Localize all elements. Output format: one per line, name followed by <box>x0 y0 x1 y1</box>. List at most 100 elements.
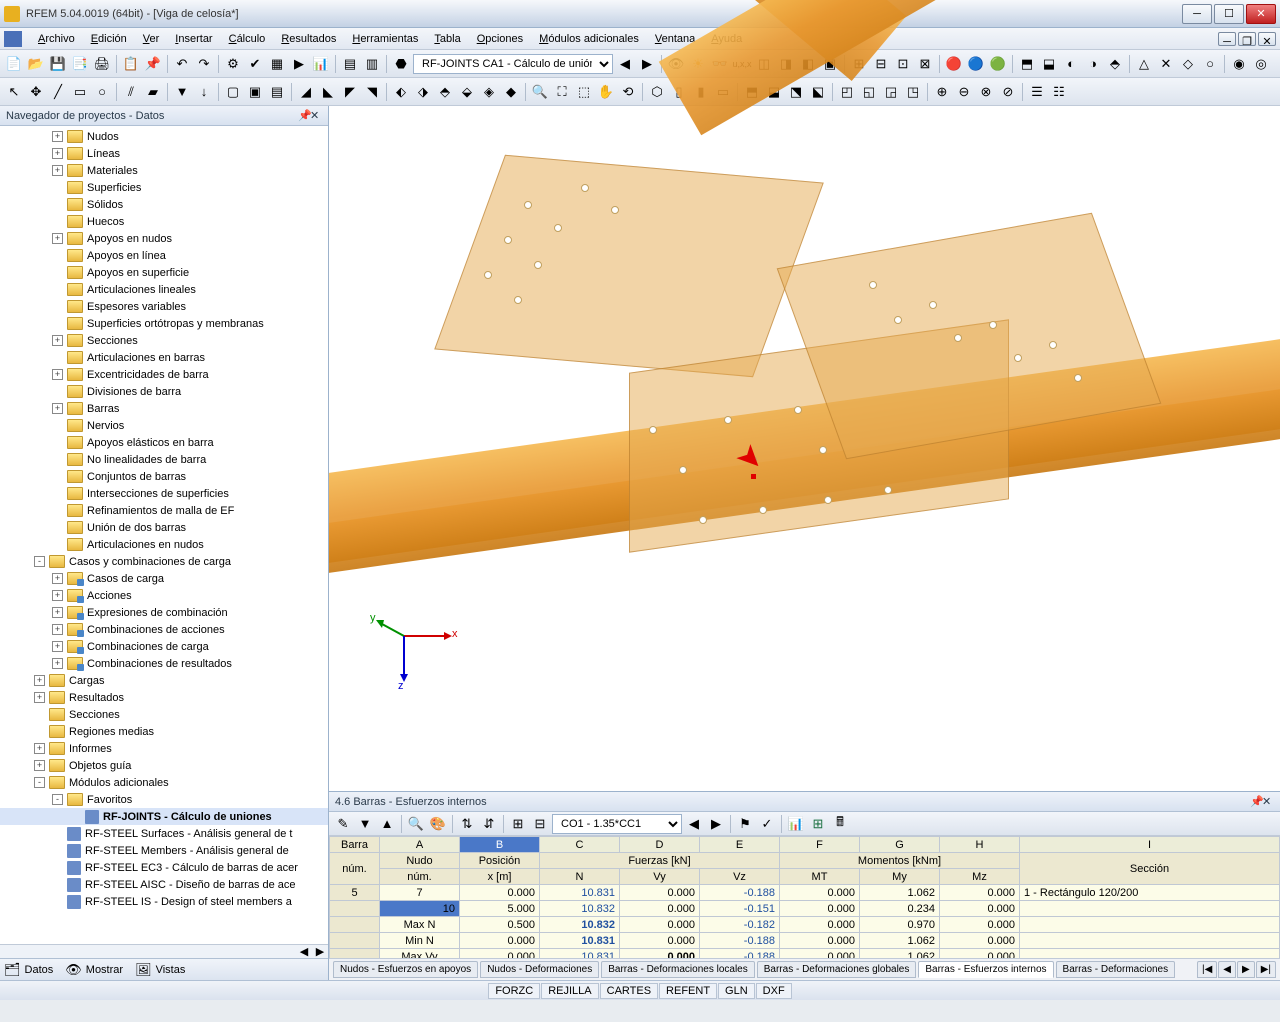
tree-item[interactable]: Espesores variables <box>0 298 328 315</box>
maximize-button[interactable]: ☐ <box>1214 4 1244 24</box>
tree-item[interactable]: +Cargas <box>0 672 328 689</box>
r2-pan-icon[interactable]: ✋ <box>596 82 616 102</box>
tree-item[interactable]: +Casos de carga <box>0 570 328 587</box>
tree-item[interactable]: No linealidades de barra <box>0 451 328 468</box>
color2-icon[interactable]: 🔵 <box>966 54 986 74</box>
r2-g1-icon[interactable]: ☰ <box>1027 82 1047 102</box>
gt-sort-icon[interactable]: ⇅ <box>457 814 477 834</box>
r2-b1-icon[interactable]: ◢ <box>296 82 316 102</box>
status-cell[interactable]: REFENT <box>659 983 717 999</box>
gt-flag-icon[interactable]: ⚑ <box>735 814 755 834</box>
r2-b2-icon[interactable]: ◣ <box>318 82 338 102</box>
r2-rect-icon[interactable]: ▭ <box>70 82 90 102</box>
snap3-icon[interactable]: ◇ <box>1178 54 1198 74</box>
app-menu-icon[interactable] <box>4 31 22 47</box>
tab-nav-button[interactable]: ▶ <box>1237 961 1255 978</box>
r2-d4-icon[interactable]: ⬕ <box>808 82 828 102</box>
save-icon[interactable]: 💾 <box>48 54 68 74</box>
tree-item[interactable]: Apoyos elásticos en barra <box>0 434 328 451</box>
gt-find-icon[interactable]: 🔍 <box>406 814 426 834</box>
new-icon[interactable]: 📄 <box>4 54 24 74</box>
output-close-icon[interactable]: ✕ <box>1262 795 1274 808</box>
tree-item[interactable]: RF-STEEL EC3 - Cálculo de barras de acer <box>0 859 328 876</box>
hscroll-right-icon[interactable]: ▶ <box>312 945 328 958</box>
tree-item[interactable]: +Secciones <box>0 332 328 349</box>
mdi-restore-icon[interactable]: ❐ <box>1238 32 1256 46</box>
menu-archivo[interactable]: Archivo <box>30 30 83 48</box>
r2-move-icon[interactable]: ✥ <box>26 82 46 102</box>
tool3-icon[interactable]: ◐ <box>1061 54 1081 74</box>
tree-item[interactable]: Apoyos en superficie <box>0 264 328 281</box>
tree-item[interactable]: Apoyos en línea <box>0 247 328 264</box>
end2-icon[interactable]: ◎ <box>1251 54 1271 74</box>
r2-c2-icon[interactable]: ⬗ <box>413 82 433 102</box>
r2-a2-icon[interactable]: ▣ <box>245 82 265 102</box>
tree-item[interactable]: Conjuntos de barras <box>0 468 328 485</box>
r2-c5-icon[interactable]: ◈ <box>479 82 499 102</box>
r2-b3-icon[interactable]: ◤ <box>340 82 360 102</box>
case-select[interactable]: CO1 - 1.35*CC1 <box>552 814 682 834</box>
saveas-icon[interactable]: 📑 <box>70 54 90 74</box>
r2-load-icon[interactable]: ↓ <box>194 82 214 102</box>
color3-icon[interactable]: 🟢 <box>988 54 1008 74</box>
tab-nav-button[interactable]: ▶| <box>1256 961 1276 978</box>
output-tab[interactable]: Barras - Deformaciones locales <box>601 961 755 978</box>
color1-icon[interactable]: 🔴 <box>944 54 964 74</box>
r2-a1-icon[interactable]: ▢ <box>223 82 243 102</box>
tab-nav-button[interactable]: |◀ <box>1197 961 1217 978</box>
r2-e2-icon[interactable]: ◱ <box>859 82 879 102</box>
gt-chart-icon[interactable]: 📊 <box>786 814 806 834</box>
gt-mark-icon[interactable]: ✓ <box>757 814 777 834</box>
undo-icon[interactable]: ↶ <box>172 54 192 74</box>
r2-c4-icon[interactable]: ⬙ <box>457 82 477 102</box>
r2-b4-icon[interactable]: ◥ <box>362 82 382 102</box>
snap4-icon[interactable]: ○ <box>1200 54 1220 74</box>
r2-zoomw-icon[interactable]: ⬚ <box>574 82 594 102</box>
output-tab[interactable]: Barras - Deformaciones <box>1056 961 1176 978</box>
table2-icon[interactable]: ▥ <box>362 54 382 74</box>
tree-item[interactable]: Unión de dos barras <box>0 519 328 536</box>
tree-item[interactable]: +Acciones <box>0 587 328 604</box>
tree-item[interactable]: RF-STEEL Surfaces - Análisis general de … <box>0 825 328 842</box>
status-cell[interactable]: FORZC <box>488 983 540 999</box>
output-tab[interactable]: Nudos - Deformaciones <box>480 961 599 978</box>
tree-item[interactable]: +Expresiones de combinación <box>0 604 328 621</box>
status-cell[interactable]: DXF <box>756 983 792 999</box>
tree-item[interactable]: RF-STEEL IS - Design of steel members a <box>0 893 328 910</box>
grid4-icon[interactable]: ⊠ <box>915 54 935 74</box>
tree-item[interactable]: Articulaciones en nudos <box>0 536 328 553</box>
gt-prev-icon[interactable]: ◀ <box>684 814 704 834</box>
tree-item[interactable]: Superficies ortótropas y membranas <box>0 315 328 332</box>
gt-filter2-icon[interactable]: ▲ <box>377 814 397 834</box>
gt-calc-icon[interactable]: 🖩 <box>830 814 850 834</box>
tree-item[interactable]: +Objetos guía <box>0 757 328 774</box>
next-case-icon[interactable]: ▶ <box>637 54 657 74</box>
r2-zoome-icon[interactable]: ⛶ <box>552 82 572 102</box>
panel-close-icon[interactable]: ✕ <box>310 109 322 122</box>
tree-item[interactable]: +Informes <box>0 740 328 757</box>
module-case-select[interactable]: RF-JOINTS CA1 - Cálculo de unión 10 <box>413 54 613 74</box>
tree-item[interactable]: Intersecciones de superficies <box>0 485 328 502</box>
calc-icon[interactable]: ⚙ <box>223 54 243 74</box>
r2-sup-icon[interactable]: ▼ <box>172 82 192 102</box>
output-tab[interactable]: Barras - Deformaciones globales <box>757 961 917 978</box>
status-cell[interactable]: CARTES <box>600 983 658 999</box>
tree-item[interactable]: +Excentricidades de barra <box>0 366 328 383</box>
r2-surf-icon[interactable]: ▰ <box>143 82 163 102</box>
tree-item[interactable]: +Combinaciones de acciones <box>0 621 328 638</box>
output-tab[interactable]: Barras - Esfuerzos internos <box>918 961 1053 978</box>
tree-item[interactable]: +Combinaciones de carga <box>0 638 328 655</box>
r2-e4-icon[interactable]: ◳ <box>903 82 923 102</box>
gt-colors-icon[interactable]: 🎨 <box>428 814 448 834</box>
tree-item[interactable]: RF-JOINTS - Cálculo de uniones <box>0 808 328 825</box>
tree-item[interactable]: +Líneas <box>0 145 328 162</box>
r2-f4-icon[interactable]: ⊘ <box>998 82 1018 102</box>
r2-cursor-icon[interactable]: ↖ <box>4 82 24 102</box>
table-icon[interactable]: ▤ <box>340 54 360 74</box>
tree-item[interactable]: +Combinaciones de resultados <box>0 655 328 672</box>
r2-c1-icon[interactable]: ⬖ <box>391 82 411 102</box>
r2-circ-icon[interactable]: ○ <box>92 82 112 102</box>
tree-item[interactable]: -Módulos adicionales <box>0 774 328 791</box>
menu-insertar[interactable]: Insertar <box>167 30 220 48</box>
mdi-close-icon[interactable]: ✕ <box>1258 32 1276 46</box>
